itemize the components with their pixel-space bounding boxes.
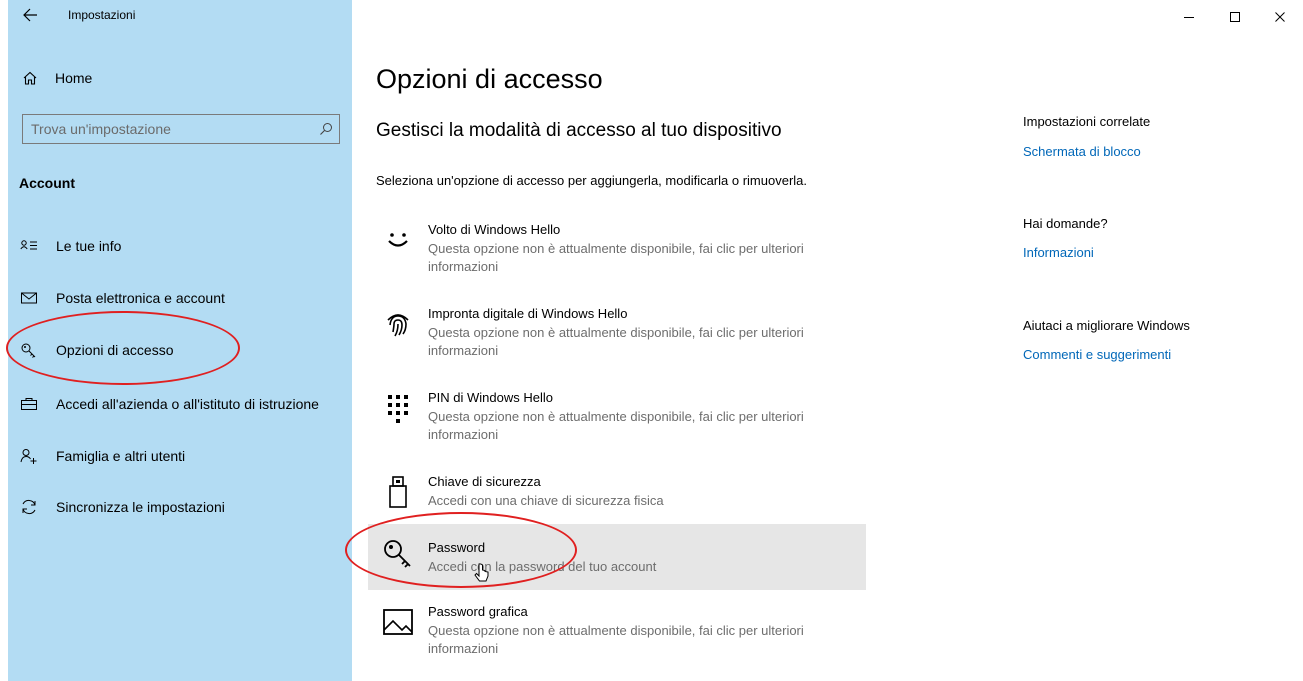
sidebar-item-label: Sincronizza le impostazioni (56, 499, 225, 515)
user-info-icon (20, 240, 37, 250)
mouse-cursor-icon (474, 563, 489, 582)
home-icon (23, 71, 37, 85)
option-title: Impronta digitale di Windows Hello (428, 306, 628, 321)
usb-key-icon (389, 476, 407, 508)
option-title: Volto di Windows Hello (428, 222, 561, 237)
option-windows-hello-fingerprint[interactable]: Impronta digitale di Windows Hello Quest… (368, 306, 866, 366)
option-title: Chiave di sicurezza (428, 474, 541, 489)
sidebar-item-sincronizza[interactable]: Sincronizza le impostazioni (8, 487, 352, 527)
search-icon[interactable] (319, 122, 333, 136)
sidebar-item-label: Posta elettronica e account (56, 290, 225, 306)
sidebar-item-label: Le tue info (56, 238, 122, 254)
pin-keypad-icon (388, 395, 408, 423)
back-button[interactable] (18, 6, 40, 24)
option-title: Password (428, 540, 486, 555)
minimize-icon (1184, 17, 1194, 18)
page-title: Opzioni di accesso (376, 64, 603, 94)
title-bar: Impostazioni (8, 0, 352, 32)
option-title: Password grafica (428, 604, 528, 619)
questions-heading: Hai domande? (1023, 216, 1108, 231)
option-description: Questa opzione non è attualmente disponi… (428, 409, 804, 442)
sidebar: Impostazioni Home Account Le tue info Po… (8, 0, 352, 681)
option-title: PIN di Windows Hello (428, 390, 553, 405)
picture-icon (383, 609, 413, 635)
option-description: Accedi con una chiave di sicurezza fisic… (428, 493, 664, 508)
info-link[interactable]: Informazioni (1023, 245, 1094, 260)
sidebar-item-famiglia[interactable]: Famiglia e altri utenti (8, 436, 352, 476)
related-settings-heading: Impostazioni correlate (1023, 114, 1151, 129)
sidebar-item-label: Famiglia e altri utenti (56, 448, 186, 464)
home-label: Home (55, 70, 93, 86)
app-title: Impostazioni (68, 8, 136, 22)
intro-text: Seleziona un'opzione di accesso per aggi… (376, 173, 808, 188)
section-title-account: Account (19, 175, 75, 191)
option-description: Questa opzione non è attualmente disponi… (428, 325, 804, 358)
option-windows-hello-face[interactable]: Volto di Windows Hello Questa opzione no… (368, 222, 866, 282)
sidebar-item-label: Opzioni di accesso (56, 342, 174, 358)
sidebar-item-label: Accedi all'azienda o all'istituto di ist… (56, 396, 319, 412)
key-icon (21, 343, 36, 358)
option-windows-hello-pin[interactable]: PIN di Windows Hello Questa opzione non … (368, 390, 866, 450)
mail-icon (21, 292, 37, 304)
sidebar-item-posta[interactable]: Posta elettronica e account (8, 278, 352, 318)
lock-screen-link[interactable]: Schermata di blocco (1023, 144, 1141, 159)
page-subheading: Gestisci la modalità di accesso al tuo d… (376, 120, 782, 141)
sync-icon (22, 499, 36, 515)
option-password[interactable]: Password Accedi con la password del tuo … (368, 524, 866, 590)
maximize-icon (1230, 12, 1240, 22)
fingerprint-icon (387, 314, 409, 337)
password-key-icon (384, 540, 411, 568)
option-description: Questa opzione non è attualmente disponi… (428, 623, 804, 656)
option-security-key[interactable]: Chiave di sicurezza Accedi con una chiav… (368, 474, 866, 518)
back-arrow-icon (23, 8, 37, 22)
add-person-icon (20, 449, 37, 464)
sidebar-home[interactable]: Home (8, 62, 352, 94)
search-input[interactable] (23, 115, 311, 143)
briefcase-icon (21, 398, 37, 410)
face-icon (388, 233, 408, 247)
sidebar-item-opzioni-di-accesso[interactable]: Opzioni di accesso (8, 330, 352, 370)
option-description: Questa opzione non è attualmente disponi… (428, 241, 804, 274)
search-box[interactable] (22, 114, 340, 144)
improve-windows-heading: Aiutaci a migliorare Windows (1023, 318, 1190, 333)
feedback-link[interactable]: Commenti e suggerimenti (1023, 347, 1171, 362)
maximize-button[interactable] (1212, 0, 1258, 32)
minimize-button[interactable] (1166, 0, 1212, 32)
close-icon (1275, 12, 1285, 22)
close-button[interactable] (1257, 0, 1303, 32)
sidebar-item-le-tue-info[interactable]: Le tue info (8, 226, 352, 266)
sidebar-item-azienda[interactable]: Accedi all'azienda o all'istituto di ist… (8, 384, 352, 424)
option-picture-password[interactable]: Password grafica Questa opzione non è at… (368, 604, 866, 664)
